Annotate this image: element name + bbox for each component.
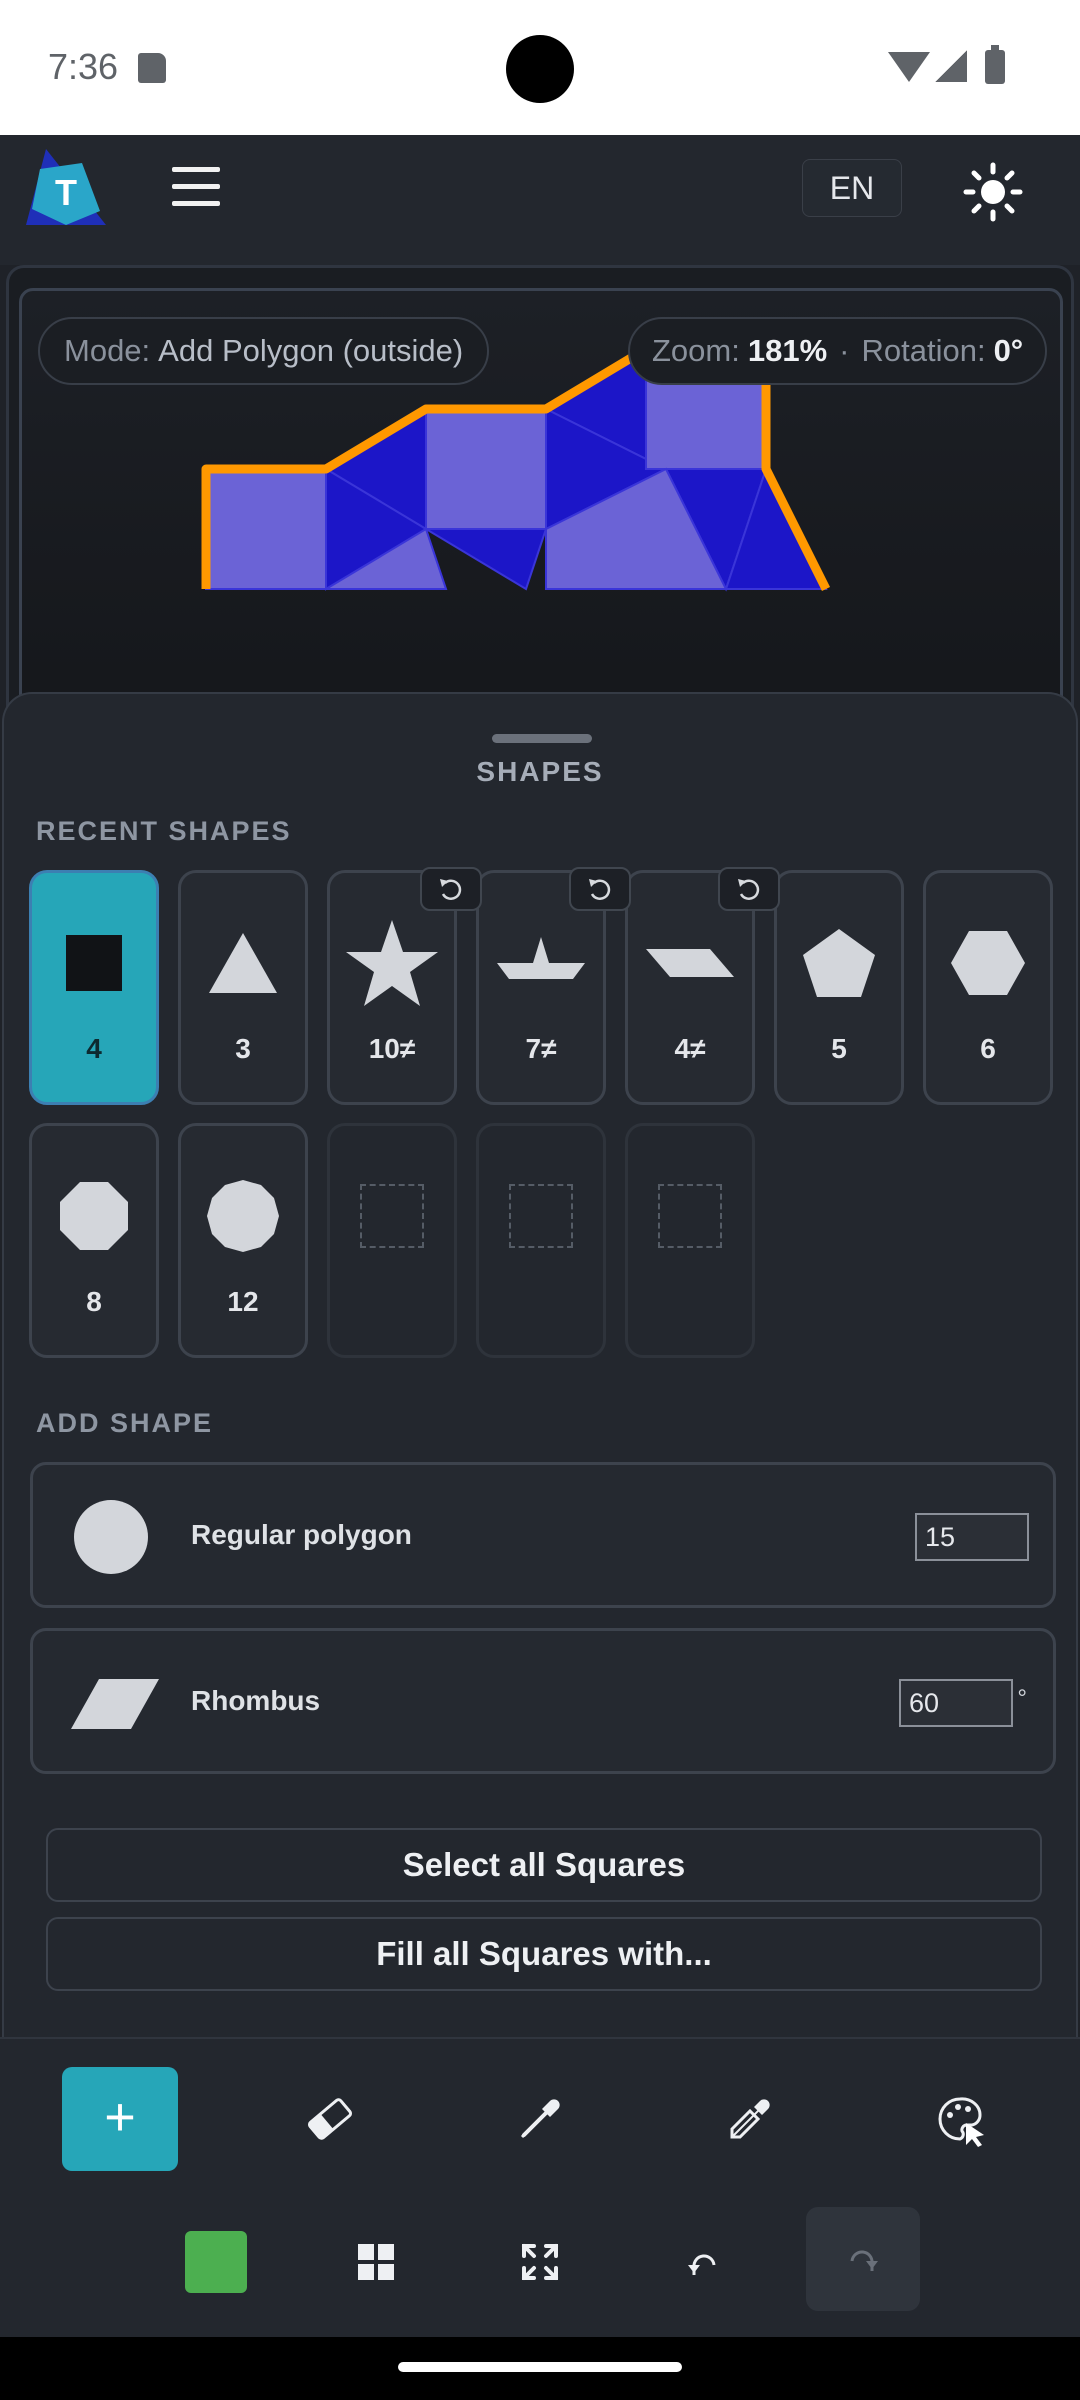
home-gesture-pill[interactable] bbox=[398, 2362, 682, 2372]
shape-count: 4 bbox=[86, 1033, 102, 1064]
shape-tile-octagon[interactable]: 8 bbox=[29, 1123, 159, 1358]
shape-count: 8 bbox=[86, 1286, 102, 1317]
octagon-icon bbox=[60, 1182, 128, 1250]
shape-count: 10≠ bbox=[368, 1033, 416, 1064]
reset-shape-button[interactable] bbox=[569, 867, 631, 911]
undo-icon[interactable] bbox=[672, 2235, 732, 2295]
zoom-rotation-indicator: Zoom: 181% · Rotation: 0° bbox=[628, 317, 1048, 385]
tiling-canvas-frame: Mode: Add Polygon (outside) Zoom: 181% · Rot… bbox=[6, 265, 1074, 725]
status-time: 7:36 bbox=[48, 46, 119, 87]
reset-shape-button[interactable] bbox=[718, 867, 780, 911]
palette-icon[interactable] bbox=[930, 2089, 990, 2149]
shape-count: 5 bbox=[831, 1033, 847, 1064]
bottom-toolbar: + bbox=[0, 2037, 1080, 2337]
app-logo-icon[interactable]: T bbox=[26, 149, 106, 225]
add-shape-label: ADD SHAPE bbox=[36, 1408, 214, 1438]
shape-tile-dodecagon[interactable]: 12 bbox=[178, 1123, 308, 1358]
empty-slot-placeholder bbox=[509, 1184, 573, 1248]
fit-screen-icon[interactable] bbox=[510, 2232, 570, 2292]
fill-color-swatch[interactable] bbox=[185, 2231, 247, 2293]
battery-icon bbox=[985, 45, 1005, 84]
mode-value: Add Polygon (outside) bbox=[158, 333, 464, 368]
star-icon bbox=[346, 920, 438, 1006]
reset-shape-button[interactable] bbox=[420, 867, 482, 911]
polygon-sides-input[interactable] bbox=[915, 1513, 1029, 1561]
shape-count: 3 bbox=[235, 1033, 251, 1064]
eyedropper-icon[interactable] bbox=[510, 2089, 570, 2149]
regular-polygon-label: Regular polygon bbox=[191, 1519, 412, 1550]
fill-all-squares-button[interactable]: Fill all Squares with... bbox=[46, 1917, 1042, 1991]
zoom-label: Zoom: bbox=[652, 333, 740, 368]
shape-tile-triangle[interactable]: 3 bbox=[178, 870, 308, 1105]
app-header: T EN bbox=[0, 135, 1080, 265]
shape-tile-square[interactable]: 4 bbox=[29, 870, 159, 1105]
hexagon-icon bbox=[951, 931, 1025, 995]
wifi-icon bbox=[888, 52, 930, 82]
dodecagon-icon bbox=[207, 1180, 279, 1252]
parallelogram-icon bbox=[646, 949, 734, 977]
degree-unit: ° bbox=[1017, 1685, 1027, 1712]
shape-tile-pentagon[interactable]: 5 bbox=[774, 870, 904, 1105]
reset-icon bbox=[738, 879, 760, 901]
rotation-label: Rotation: bbox=[861, 333, 986, 368]
shape-count: 12 bbox=[227, 1286, 259, 1317]
rhombus-icon bbox=[71, 1679, 159, 1729]
rhombus-label: Rhombus bbox=[191, 1685, 321, 1716]
eraser-icon[interactable] bbox=[300, 2089, 360, 2149]
tiling-canvas[interactable]: Mode: Add Polygon (outside) Zoom: 181% · Rot… bbox=[19, 288, 1063, 722]
menu-icon[interactable] bbox=[172, 165, 220, 209]
empty-slot-placeholder bbox=[360, 1184, 424, 1248]
reset-icon bbox=[589, 879, 611, 901]
shape-tile-hexagon[interactable]: 6 bbox=[923, 870, 1053, 1105]
separator: · bbox=[839, 333, 850, 368]
regular-polygon-icon bbox=[74, 1500, 148, 1574]
language-button[interactable]: EN bbox=[802, 159, 902, 217]
logo-letter: T bbox=[55, 172, 77, 213]
grid-icon[interactable] bbox=[346, 2232, 406, 2292]
empty-shape-slot bbox=[476, 1123, 606, 1358]
pentagon-icon bbox=[803, 929, 875, 997]
empty-shape-slot bbox=[625, 1123, 755, 1358]
reset-icon bbox=[440, 879, 462, 901]
square-icon bbox=[66, 935, 122, 991]
triangle-icon bbox=[209, 933, 277, 993]
redo-button[interactable] bbox=[806, 2207, 920, 2311]
empty-shape-slot bbox=[327, 1123, 457, 1358]
sd-card-icon bbox=[138, 53, 166, 83]
sun-icon[interactable] bbox=[962, 161, 1024, 223]
select-all-squares-button[interactable]: Select all Squares bbox=[46, 1828, 1042, 1902]
status-bar: 7:36 bbox=[0, 0, 1080, 135]
redo-icon bbox=[850, 2250, 878, 2271]
signal-icon bbox=[935, 50, 967, 82]
shape-tile-heptagon-irregular[interactable]: 7≠ bbox=[476, 867, 631, 1105]
shape-count: 4≠ bbox=[674, 1033, 706, 1064]
shape-count: 7≠ bbox=[525, 1033, 557, 1064]
irregular-heptagon-icon bbox=[497, 937, 585, 979]
empty-slot-placeholder bbox=[658, 1184, 722, 1248]
add-regular-polygon-card[interactable]: Regular polygon bbox=[30, 1462, 1056, 1608]
rotation-value: 0° bbox=[993, 333, 1024, 368]
shapes-bottom-sheet: SHAPES RECENT SHAPES 4 3 10≠ 7≠ 4≠ 5 6 8… bbox=[2, 692, 1078, 2037]
mode-indicator: Mode: Add Polygon (outside) bbox=[38, 317, 490, 385]
sheet-drag-handle[interactable] bbox=[492, 734, 592, 743]
add-rhombus-card[interactable]: Rhombus ° bbox=[30, 1628, 1056, 1774]
recent-shapes-label: RECENT SHAPES bbox=[36, 816, 292, 846]
system-nav-bar bbox=[0, 2337, 1080, 2400]
edit-fill-icon[interactable] bbox=[720, 2089, 780, 2149]
sheet-title: SHAPES bbox=[476, 756, 604, 787]
add-shape-button[interactable]: + bbox=[62, 2067, 178, 2171]
zoom-value: 181% bbox=[747, 333, 828, 368]
shape-count: 6 bbox=[980, 1033, 996, 1064]
camera-cutout bbox=[506, 35, 574, 103]
rhombus-angle-input[interactable] bbox=[899, 1679, 1013, 1727]
shape-tile-star[interactable]: 10≠ bbox=[327, 867, 482, 1105]
mode-label: Mode: bbox=[64, 333, 151, 368]
shape-tile-parallelogram[interactable]: 4≠ bbox=[625, 867, 780, 1105]
